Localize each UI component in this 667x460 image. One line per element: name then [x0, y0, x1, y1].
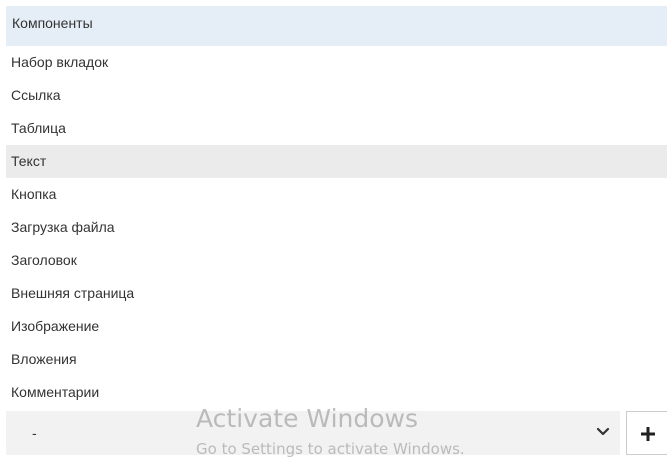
chevron-down-icon[interactable]	[596, 427, 610, 437]
list-item-button[interactable]: Кнопка	[6, 178, 667, 211]
list-item-attachments[interactable]: Вложения	[6, 343, 667, 376]
component-select-value: -	[32, 425, 37, 441]
list-item-external-page[interactable]: Внешняя страница	[6, 277, 667, 310]
list-item-tabset[interactable]: Набор вкладок	[6, 46, 667, 79]
component-select[interactable]: -	[6, 411, 620, 455]
list-item-table[interactable]: Таблица	[6, 112, 667, 145]
list-item-image[interactable]: Изображение	[6, 310, 667, 343]
components-list: Компоненты Набор вкладок Ссылка Таблица …	[6, 6, 667, 409]
list-item-link[interactable]: Ссылка	[6, 79, 667, 112]
list-item-heading[interactable]: Заголовок	[6, 244, 667, 277]
components-list-header: Компоненты	[6, 6, 667, 46]
add-component-button[interactable]	[626, 411, 667, 455]
list-item-file-upload[interactable]: Загрузка файла	[6, 211, 667, 244]
list-item-comments[interactable]: Комментарии	[6, 376, 667, 409]
list-item-text[interactable]: Текст	[6, 145, 667, 178]
component-selector-bar: -	[6, 411, 667, 459]
plus-icon	[641, 427, 655, 441]
